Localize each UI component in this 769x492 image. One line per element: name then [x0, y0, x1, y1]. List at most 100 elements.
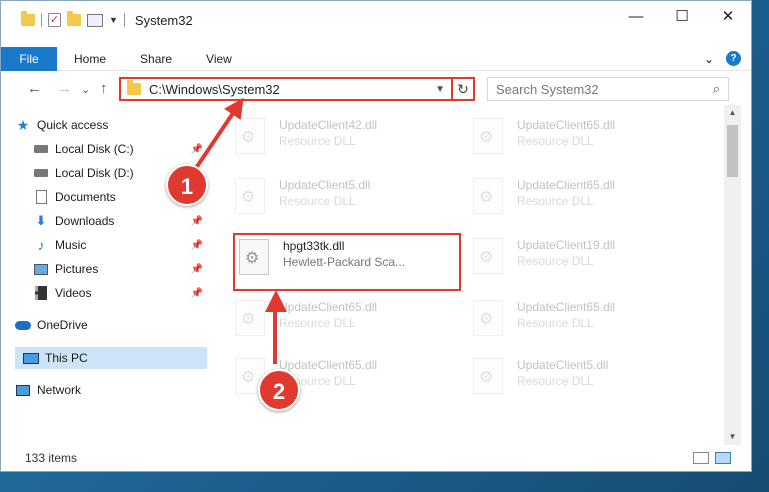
ribbon-tabs: File Home Share View ⌄ ? [1, 46, 751, 71]
toolbar-divider [123, 13, 125, 27]
tab-view[interactable]: View [189, 52, 249, 66]
file-description: Resource DLL [517, 316, 594, 330]
tab-share[interactable]: Share [123, 52, 189, 66]
customize-icon[interactable] [87, 13, 103, 27]
sidebar-item-label: Videos [55, 286, 92, 300]
status-bar: 133 items [1, 445, 751, 471]
folder-icon [21, 11, 35, 26]
file-description: Resource DLL [279, 194, 356, 208]
sidebar-item-onedrive[interactable]: OneDrive [15, 314, 207, 336]
sidebar-item-downloads[interactable]: ⬇ Downloads 📌 [15, 210, 207, 232]
search-input[interactable]: Search System32 [496, 82, 713, 97]
view-switcher [693, 452, 731, 464]
dll-file-icon [473, 238, 503, 274]
item-count: 133 items [25, 451, 78, 465]
address-path[interactable]: C:\Windows\System32 [149, 82, 435, 97]
recent-locations-button[interactable]: ⌄ [81, 83, 90, 96]
address-bar[interactable]: C:\Windows\System32 ▼ ↻ [119, 77, 475, 101]
sidebar-item-label: Downloads [55, 214, 115, 228]
file-description: Resource DLL [517, 254, 594, 268]
scroll-up-arrow-icon[interactable]: ▲ [724, 105, 741, 121]
file-description: Resource DLL [517, 374, 594, 388]
large-icons-view-icon[interactable] [715, 452, 731, 464]
vertical-scrollbar[interactable]: ▲ ▼ [724, 105, 741, 445]
maximize-button[interactable]: ☐ [659, 1, 705, 31]
dll-file-icon [235, 178, 265, 214]
properties-check-icon[interactable]: ✓ [48, 13, 61, 27]
sidebar-item-label: Network [37, 383, 82, 397]
sidebar-item-label: Documents [55, 190, 116, 204]
chevron-down-icon[interactable]: ▼ [109, 15, 118, 25]
folder-icon [127, 80, 141, 95]
forward-button[interactable]: → [57, 80, 72, 97]
navigation-pane: ★ Quick access Local Disk (C:) 📌 Local D… [15, 114, 207, 444]
file-name: UpdateClient65.dll [517, 178, 616, 192]
file-item[interactable]: UpdateClient19.dll Resource DLL [473, 236, 693, 286]
tab-home[interactable]: Home [57, 52, 123, 66]
tab-file[interactable]: File [1, 46, 57, 71]
callout-badge-2: 2 [258, 369, 300, 411]
sidebar-item-network[interactable]: Network [15, 379, 207, 401]
sidebar-item-label: OneDrive [37, 318, 88, 332]
sidebar-item-label: Local Disk (D:) [55, 166, 134, 180]
refresh-button[interactable]: ↻ [451, 79, 473, 99]
quick-access-toolbar: ✓ ▼ [1, 11, 125, 27]
pc-icon [23, 352, 39, 364]
navigation-bar: ← → ⌄ ↑ C:\Windows\System32 ▼ ↻ Search S… [1, 75, 751, 105]
dll-file-icon [473, 300, 503, 336]
sidebar-item-label: This PC [45, 351, 88, 365]
chevron-down-icon[interactable]: ▼ [435, 84, 445, 95]
file-name: UpdateClient65.dll [517, 118, 616, 132]
scroll-thumb[interactable] [727, 125, 738, 177]
expand-ribbon-icon[interactable]: ⌄ [704, 52, 714, 66]
toolbar-divider [41, 13, 42, 27]
file-description: Resource DLL [517, 134, 594, 148]
file-item[interactable]: UpdateClient5.dll Resource DLL [235, 176, 455, 226]
file-description: Resource DLL [279, 316, 356, 330]
sidebar-item-label: Music [55, 238, 87, 252]
pin-icon: 📌 [190, 287, 203, 299]
drive-icon [34, 145, 48, 153]
dll-file-icon [235, 118, 265, 154]
minimize-button[interactable]: — [613, 1, 659, 31]
help-icon[interactable]: ? [726, 51, 741, 66]
sidebar-item-label: Quick access [37, 118, 109, 132]
file-description: Hewlett-Packard Sca... [283, 255, 406, 269]
file-description: Resource DLL [279, 134, 356, 148]
window-title: System32 [134, 12, 193, 28]
sidebar-item-label: Local Disk (C:) [55, 142, 134, 156]
sidebar-item-pictures[interactable]: Pictures 📌 [15, 258, 207, 280]
file-name: UpdateClient19.dll [517, 238, 616, 252]
explorer-window: ✓ ▼ System32 — ☐ ✕ File Home Share View … [0, 0, 752, 472]
scroll-down-arrow-icon[interactable]: ▼ [724, 429, 741, 445]
dll-file-icon [235, 300, 265, 336]
file-name: UpdateClient5.dll [279, 178, 371, 192]
close-button[interactable]: ✕ [705, 1, 751, 31]
dll-file-icon [473, 358, 503, 394]
back-button[interactable]: ← [27, 80, 42, 97]
sidebar-item-this-pc[interactable]: This PC [15, 347, 207, 369]
sidebar-item-quick-access[interactable]: ★ Quick access [15, 114, 207, 136]
sidebar-item-videos[interactable]: Videos 📌 [15, 282, 207, 304]
file-item-highlighted[interactable]: hpgt33tk.dll Hewlett-Packard Sca... [233, 233, 461, 291]
documents-icon [35, 190, 47, 204]
file-item[interactable]: UpdateClient5.dll Resource DLL [473, 356, 693, 406]
pictures-icon [34, 263, 48, 275]
drive-icon [34, 169, 48, 177]
search-icon[interactable]: ⌕ [713, 81, 720, 97]
star-icon: ★ [16, 116, 30, 133]
sidebar-item-label: Pictures [55, 262, 99, 276]
window-controls: — ☐ ✕ [613, 1, 751, 31]
new-folder-icon[interactable] [67, 11, 81, 26]
file-item[interactable]: UpdateClient42.dll Resource DLL [235, 116, 455, 166]
search-box[interactable]: Search System32 ⌕ [487, 77, 729, 101]
sidebar-item-local-disk-c[interactable]: Local Disk (C:) 📌 [15, 138, 207, 160]
videos-icon [35, 286, 47, 300]
file-item[interactable]: UpdateClient65.dll Resource DLL [473, 298, 693, 348]
details-view-icon[interactable] [693, 452, 709, 464]
network-icon [16, 384, 30, 396]
file-item[interactable]: UpdateClient65.dll Resource DLL [473, 176, 693, 226]
up-button[interactable]: ↑ [100, 80, 108, 97]
file-item[interactable]: UpdateClient65.dll Resource DLL [473, 116, 693, 166]
sidebar-item-music[interactable]: ♪ Music 📌 [15, 234, 207, 256]
